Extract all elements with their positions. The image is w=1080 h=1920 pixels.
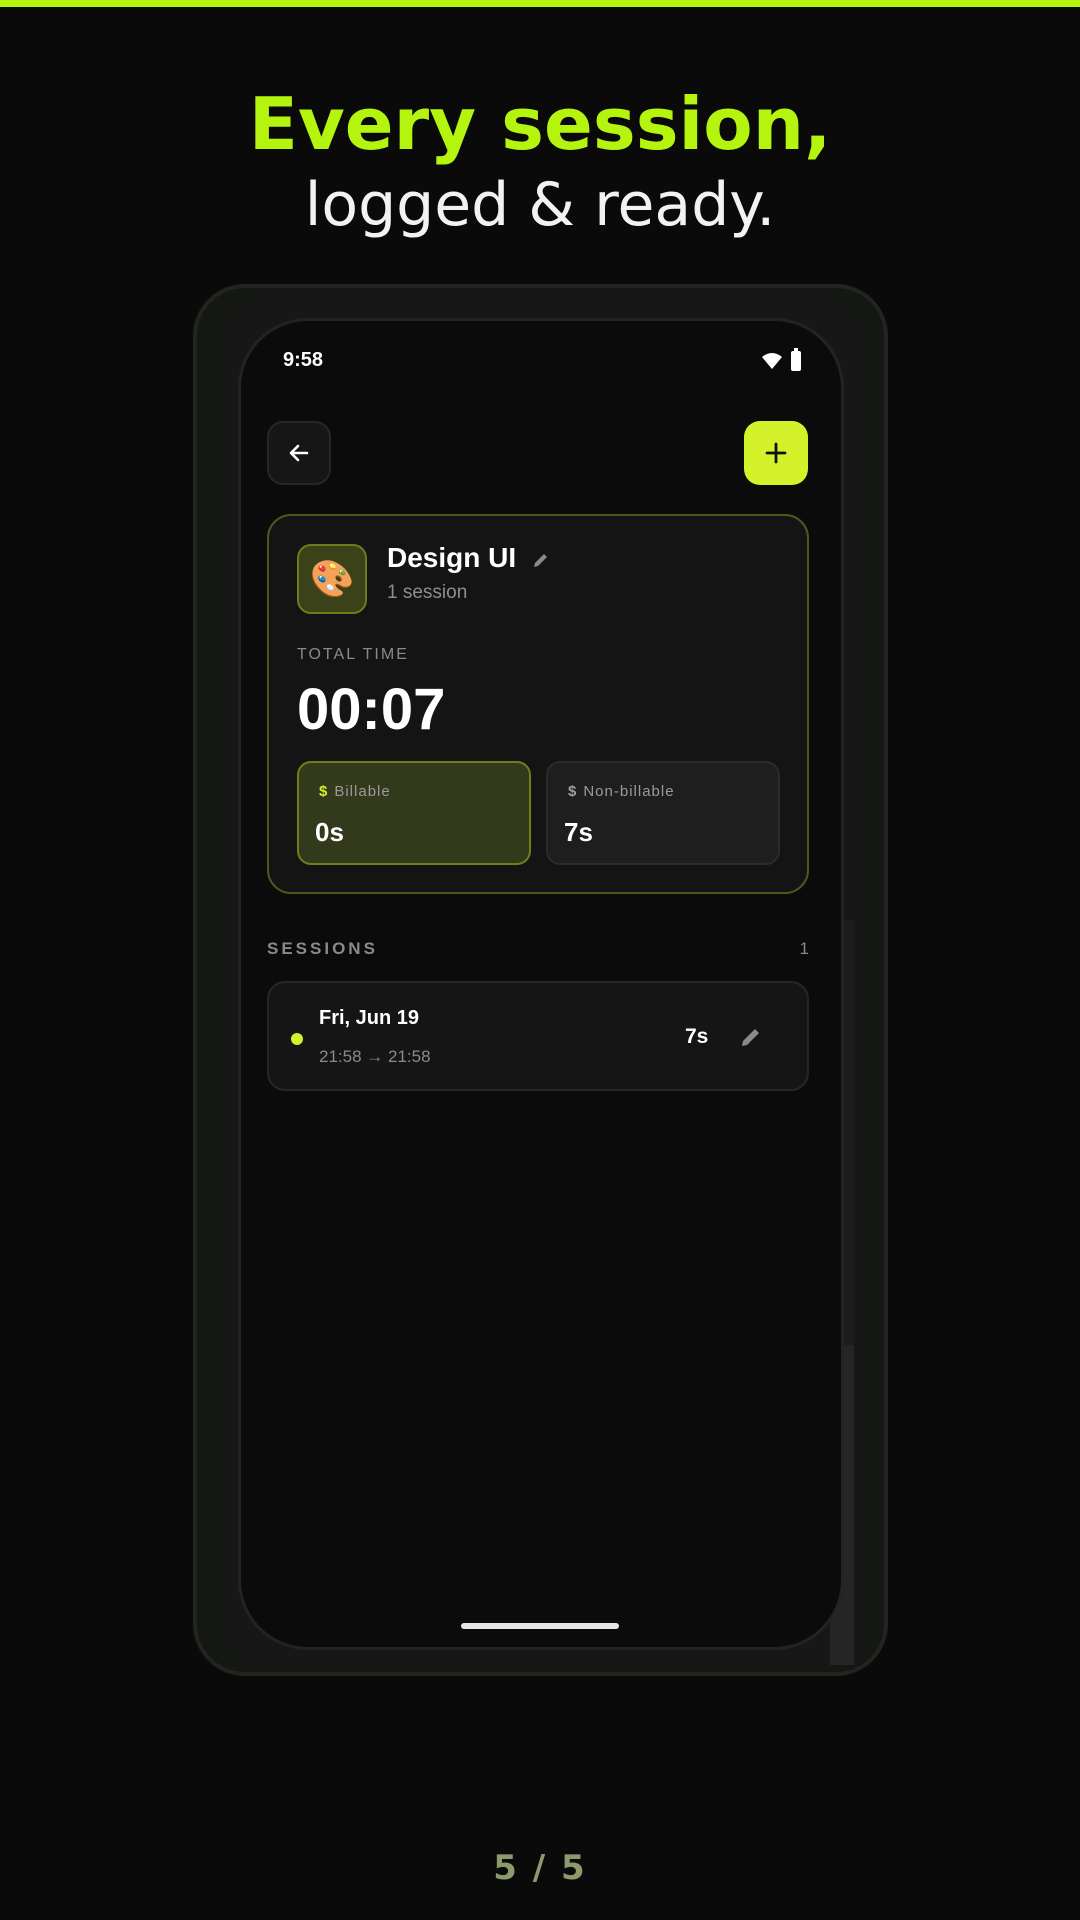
total-time-value: 00:07 bbox=[297, 677, 446, 742]
arrow-left-icon bbox=[289, 444, 309, 462]
session-time-range: 21:58 → 21:58 bbox=[319, 1047, 431, 1066]
wifi-icon bbox=[762, 353, 782, 369]
status-time: 9:58 bbox=[283, 349, 324, 371]
home-indicator[interactable] bbox=[461, 1623, 619, 1629]
pencil-icon[interactable] bbox=[531, 550, 551, 570]
billable-value: 0s bbox=[315, 817, 344, 847]
plus-icon bbox=[765, 442, 787, 464]
promo-page: Every session, logged & ready. 9:58 🎨 De… bbox=[0, 0, 1080, 1920]
battery-icon bbox=[791, 348, 801, 371]
phone-screen: 9:58 🎨 Design UI 1 session TOTAL TIME 00… bbox=[238, 318, 844, 1650]
non-billable-label: $ Non-billable bbox=[568, 783, 675, 800]
headline-line-2: logged & ready. bbox=[304, 170, 776, 240]
headline: Every session, logged & ready. bbox=[0, 80, 1080, 242]
project-name: Design UI bbox=[387, 542, 517, 573]
top-accent-bar bbox=[0, 0, 1080, 7]
pencil-icon[interactable] bbox=[739, 1025, 763, 1049]
total-time-label: TOTAL TIME bbox=[297, 646, 409, 663]
billable-label: $ Billable bbox=[319, 783, 391, 800]
non-billable-stat[interactable]: $ Non-billable 7s bbox=[546, 761, 780, 865]
add-session-button[interactable] bbox=[744, 421, 808, 485]
session-count: 1 session bbox=[387, 582, 468, 603]
page-indicator: 5 / 5 bbox=[493, 1848, 587, 1888]
headline-line-1: Every session, bbox=[248, 82, 832, 166]
status-icons bbox=[761, 348, 801, 371]
back-button[interactable] bbox=[267, 421, 331, 485]
sessions-header: SESSIONS 1 bbox=[267, 939, 809, 959]
session-status-dot bbox=[291, 1033, 303, 1045]
session-duration: 7s bbox=[685, 1025, 709, 1048]
list-item[interactable]: Fri, Jun 19 21:58 → 21:58 7s bbox=[267, 981, 809, 1091]
non-billable-label-text: Non-billable bbox=[583, 783, 675, 800]
session-date: Fri, Jun 19 bbox=[319, 1007, 420, 1029]
dollar-icon: $ bbox=[319, 783, 329, 800]
non-billable-value: 7s bbox=[564, 817, 593, 847]
billable-stat[interactable]: $ Billable 0s bbox=[297, 761, 531, 865]
billable-label-text: Billable bbox=[334, 783, 391, 800]
sessions-header-label: SESSIONS bbox=[267, 939, 378, 958]
project-summary-card: 🎨 Design UI 1 session TOTAL TIME 00:07 $… bbox=[267, 514, 809, 894]
palette-icon[interactable]: 🎨 bbox=[297, 544, 367, 614]
dollar-icon: $ bbox=[568, 783, 578, 800]
sessions-count: 1 bbox=[799, 939, 809, 958]
